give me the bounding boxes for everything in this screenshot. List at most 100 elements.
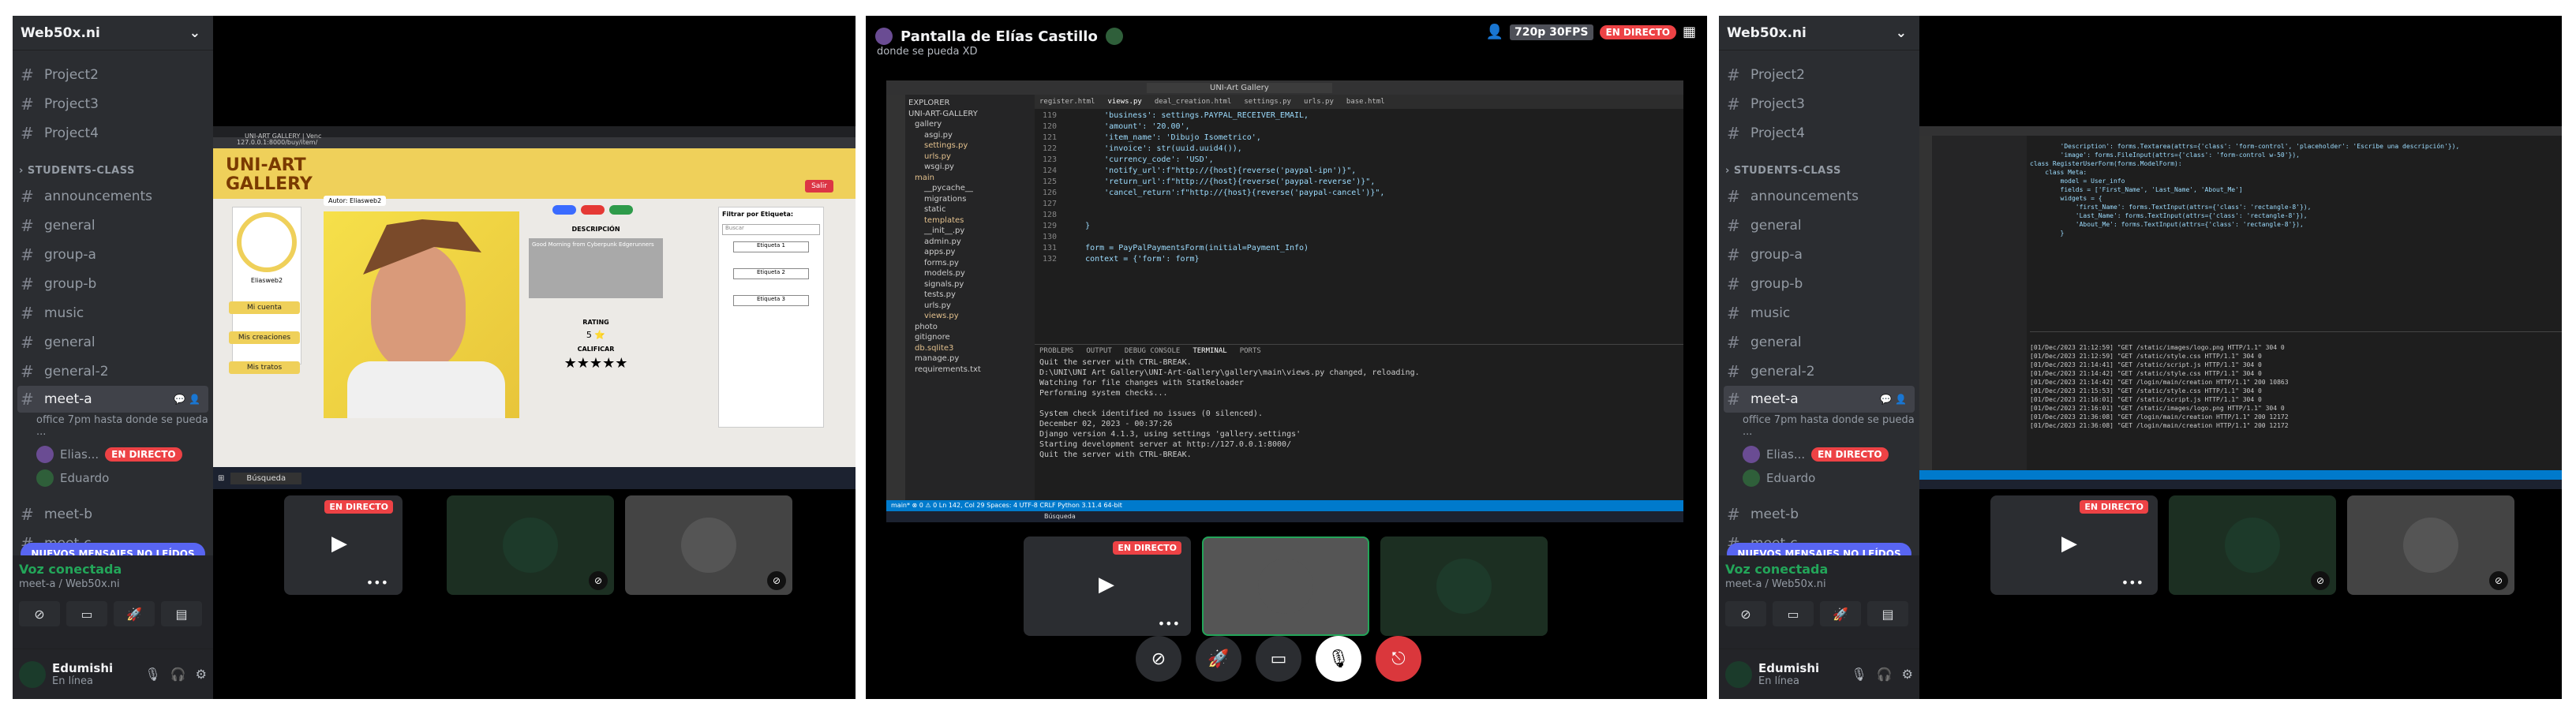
activity-icon[interactable]: 🚀 <box>1820 601 1861 626</box>
editor-tab[interactable]: urls.py <box>1304 98 1334 106</box>
filter-search: Buscar <box>722 224 820 235</box>
channel-general-alt[interactable]: # general <box>13 327 213 357</box>
gear-icon[interactable]: ⚙ <box>196 667 207 682</box>
channel-meet-a[interactable]: # meet-a 💬 👤 <box>1724 386 1915 413</box>
explorer-item: __pycache__ <box>924 184 973 193</box>
chat-icon[interactable]: 💬 👤 <box>174 394 200 405</box>
voice-member-elias[interactable]: Elias... EN DIRECTO <box>1719 443 1919 466</box>
channel-announcements[interactable]: # announcements <box>13 181 213 211</box>
channel-announcements[interactable]: # announcements <box>1719 181 1919 211</box>
channel-meet-a[interactable]: # meet-a 💬 👤 <box>17 386 208 413</box>
participant-tile-elias[interactable]: ⊘ <box>2347 495 2514 595</box>
code-line: 120 'amount': '20.00', <box>1043 121 1683 133</box>
activity-button[interactable]: 🚀 <box>1196 636 1241 682</box>
channel-general-alt[interactable]: # general <box>1719 327 1919 357</box>
shared-screen-browser[interactable]: UNI-ART GALLERY | Venc 127.0.0.1:8000/bu… <box>213 126 856 489</box>
more-icon[interactable]: ••• <box>2121 575 2144 590</box>
soundboard-icon[interactable]: ▤ <box>1867 601 1908 626</box>
mic-button[interactable]: 🎙 <box>1316 636 1361 682</box>
panel-tab[interactable]: PROBLEMS <box>1039 347 1073 355</box>
channel-project2[interactable]: # Project2 <box>13 60 213 89</box>
participant-tile-elias[interactable] <box>1202 536 1369 636</box>
channel-music[interactable]: # music <box>13 298 213 327</box>
camera-off-button[interactable]: ⊘ <box>1136 636 1181 682</box>
channel-general-2[interactable]: # general-2 <box>13 357 213 386</box>
terminal-panel[interactable]: PROBLEMS OUTPUT DEBUG CONSOLE TERMINAL PORTS… <box>1035 344 1683 500</box>
channel-project4[interactable]: # Project4 <box>1719 118 1919 148</box>
chevron-down-icon[interactable]: ⌄ <box>189 25 200 41</box>
channel-meet-b[interactable]: # meet-b <box>13 499 213 529</box>
voice-channel[interactable]: meet-a / Web50x.ni <box>19 578 207 590</box>
panel-tab[interactable]: OUTPUT <box>1086 347 1112 355</box>
explorer-item: EXPLORER <box>908 99 950 107</box>
editor-tab[interactable]: settings.py <box>1244 98 1291 106</box>
line-number: 121 <box>1043 133 1058 142</box>
hash-icon: # <box>21 361 34 381</box>
channel-music[interactable]: # music <box>1719 298 1919 327</box>
channel-general-2[interactable]: # general-2 <box>1719 357 1919 386</box>
avatar[interactable] <box>1725 660 1752 688</box>
headphones-icon[interactable]: 🎧 <box>1877 667 1893 682</box>
code-line: 128 <box>1043 210 1683 221</box>
channel-group-a[interactable]: # group-a <box>13 240 213 269</box>
editor-tab[interactable]: deal_creation.html <box>1155 98 1232 106</box>
activity-icon[interactable]: 🚀 <box>114 601 155 626</box>
channel-project3[interactable]: # Project3 <box>1719 89 1919 118</box>
participant-tile-eduardo[interactable]: ⊘ <box>2169 495 2336 595</box>
chat-icon[interactable]: 💬 👤 <box>1880 394 1907 405</box>
grid-icon[interactable]: ▦ <box>1683 24 1696 40</box>
more-icon[interactable]: ••• <box>366 575 388 590</box>
camera-icon[interactable]: ⊘ <box>19 601 60 626</box>
channel-general[interactable]: # general <box>1719 211 1919 240</box>
gear-icon[interactable]: ⚙ <box>1902 667 1913 682</box>
voice-member-eduardo[interactable]: Eduardo <box>1719 466 1919 490</box>
panel-tab[interactable]: TERMINAL <box>1193 347 1226 355</box>
add-user-icon[interactable]: 👤 <box>1486 24 1503 40</box>
server-header[interactable]: Web50x.ni ⌄ <box>13 16 213 50</box>
channel-meet-b[interactable]: # meet-b <box>1719 499 1919 529</box>
participant-tile-elias[interactable]: ⊘ <box>625 495 792 595</box>
camera-icon[interactable]: ⊘ <box>1725 601 1766 626</box>
profile-name: Eliasweb2 <box>250 277 283 284</box>
leave-call-button[interactable]: ⎋ <box>1376 636 1421 682</box>
mic-muted-icon[interactable]: 🎙 <box>144 667 160 682</box>
channel-label: Project4 <box>1750 125 1805 141</box>
channel-group-a[interactable]: # group-a <box>1719 240 1919 269</box>
chevron-down-icon[interactable]: ⌄ <box>1896 25 1907 41</box>
participant-tile-eduardo[interactable]: ⊘ <box>447 495 614 595</box>
server-header[interactable]: Web50x.ni ⌄ <box>1719 16 1919 50</box>
channel-general[interactable]: # general <box>13 211 213 240</box>
more-icon[interactable]: ••• <box>1158 616 1180 631</box>
channel-group-b[interactable]: # group-b <box>13 269 213 298</box>
panel-tab[interactable]: PORTS <box>1240 347 1261 355</box>
mic-muted-icon[interactable]: 🎙 <box>1851 667 1866 682</box>
voice-member-eduardo[interactable]: Eduardo <box>13 466 213 490</box>
channel-project3[interactable]: # Project3 <box>13 89 213 118</box>
channel-project2[interactable]: # Project2 <box>1719 60 1919 89</box>
category-header[interactable]: › STUDENTS-CLASS <box>1719 148 1919 181</box>
soundboard-icon[interactable]: ▤ <box>161 601 202 626</box>
category-header[interactable]: › STUDENTS-CLASS <box>13 148 213 181</box>
participant-tile-stream[interactable]: EN DIRECTO ▶ ••• <box>1990 495 2158 595</box>
participant-tile-stream[interactable]: EN DIRECTO ▶ ••• <box>284 495 402 595</box>
editor-tab[interactable]: views.py <box>1107 98 1141 106</box>
shared-screen-vscode[interactable]: 'Description': forms.Textarea(attrs={'cl… <box>1919 126 2562 489</box>
editor-tab[interactable]: base.html <box>1346 98 1385 106</box>
panel-tab[interactable]: DEBUG CONSOLE <box>1125 347 1180 355</box>
participant-tile-eduardo[interactable] <box>1380 536 1548 636</box>
avatar[interactable] <box>19 660 46 688</box>
screen-share-button[interactable]: ▭ <box>1256 636 1301 682</box>
headphones-icon[interactable]: 🎧 <box>170 667 186 682</box>
screen-share-icon[interactable]: ▭ <box>1773 601 1814 626</box>
voice-member-elias[interactable]: Elias... EN DIRECTO <box>13 443 213 466</box>
terminal-line: [01/Dec/2023 21:15:53] "GET /static/styl… <box>2030 387 2262 394</box>
voice-channel[interactable]: meet-a / Web50x.ni <box>1725 578 1913 590</box>
editor-tab[interactable]: register.html <box>1039 98 1095 106</box>
code-editor[interactable]: register.html views.py deal_creation.html s… <box>1035 95 1683 344</box>
screen-share-icon[interactable]: ▭ <box>66 601 107 626</box>
channel-project4[interactable]: # Project4 <box>13 118 213 148</box>
participant-tile-stream[interactable]: EN DIRECTO ▶ ••• <box>1024 536 1191 636</box>
hash-icon: # <box>21 186 34 206</box>
vscode-window[interactable]: UNI-Art Gallery EXPLORER UNI-ART-GALLERY… <box>886 80 1683 522</box>
channel-group-b[interactable]: # group-b <box>1719 269 1919 298</box>
